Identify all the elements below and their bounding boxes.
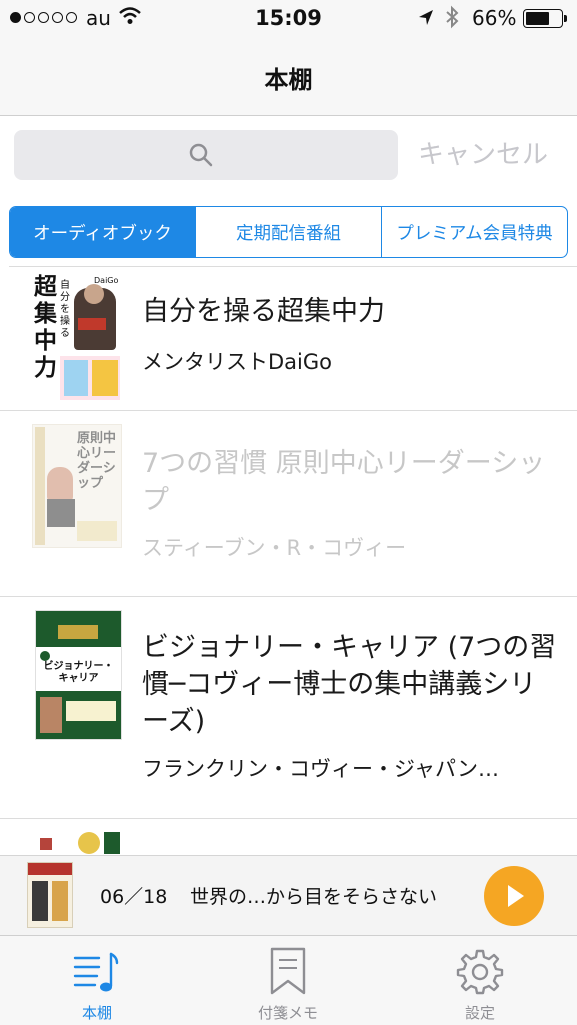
search-icon [189,143,213,167]
bookshelf-music-icon [73,952,119,992]
book-title: 自分を操る超集中力 [142,296,385,327]
tab-label: 付箋メモ [257,1004,318,1022]
divider [9,266,577,267]
segment-premium-benefits[interactable]: プレミアム会員特典 [381,207,567,257]
battery-icon [523,9,567,28]
book-cover-image [34,830,122,855]
category-segmented-control: オーディオブック 定期配信番組 プレミアム会員特典 [9,206,568,258]
play-icon [508,885,524,907]
bookmark-icon [270,947,306,995]
book-author: スティーブン・R・コヴィー [142,536,407,560]
divider [0,818,577,819]
battery-percentage: 66% [472,6,517,30]
gear-icon [456,949,504,995]
mini-player[interactable]: 06／18 世界の…から目をそらさない [0,855,577,936]
book-title: ビジョナリー・キャリア (7つの習慣─コヴィー博士の集中講義シリーズ) [142,632,557,737]
status-bar: au 15:09 66% [0,0,577,40]
book-cover-image: 原則中心リーダーシップ [32,424,122,548]
tab-bookshelf[interactable]: 本棚 [27,936,167,1025]
tab-settings[interactable]: 設定 [410,936,550,1025]
segment-audiobook[interactable]: オーディオブック [10,207,195,257]
book-title: 7つの習慣 原則中心リーダーシップ [142,448,546,516]
now-playing-title: 世界の…から目をそらさない [190,886,438,908]
navigation-bar: 本棚 [0,40,577,116]
tab-sticky-notes[interactable]: 付箋メモ [218,936,358,1025]
tab-label: 本棚 [81,1004,112,1022]
player-cover-image [27,862,73,928]
book-cover-image: ビジョナリー・ キャリア [35,610,122,740]
book-author: メンタリストDaiGo [142,350,332,374]
page-title: 本棚 [264,66,313,94]
segment-regular-programs[interactable]: 定期配信番組 [195,207,381,257]
divider [0,596,577,597]
bluetooth-icon [446,5,459,29]
search-input[interactable] [14,130,398,180]
book-author: フランクリン・コヴィー・ジャパン… [142,757,499,781]
cancel-button[interactable]: キャンセル [418,134,548,171]
tab-label: 設定 [464,1004,495,1022]
tab-bar: 本棚 付箋メモ 設定 [0,935,577,1025]
location-arrow-icon [419,10,433,25]
divider [0,410,577,411]
book-cover-image: 超集中力 自分を操る DaiGo [34,274,122,404]
episode-counter: 06／18 [100,886,168,908]
play-button[interactable] [484,866,544,926]
